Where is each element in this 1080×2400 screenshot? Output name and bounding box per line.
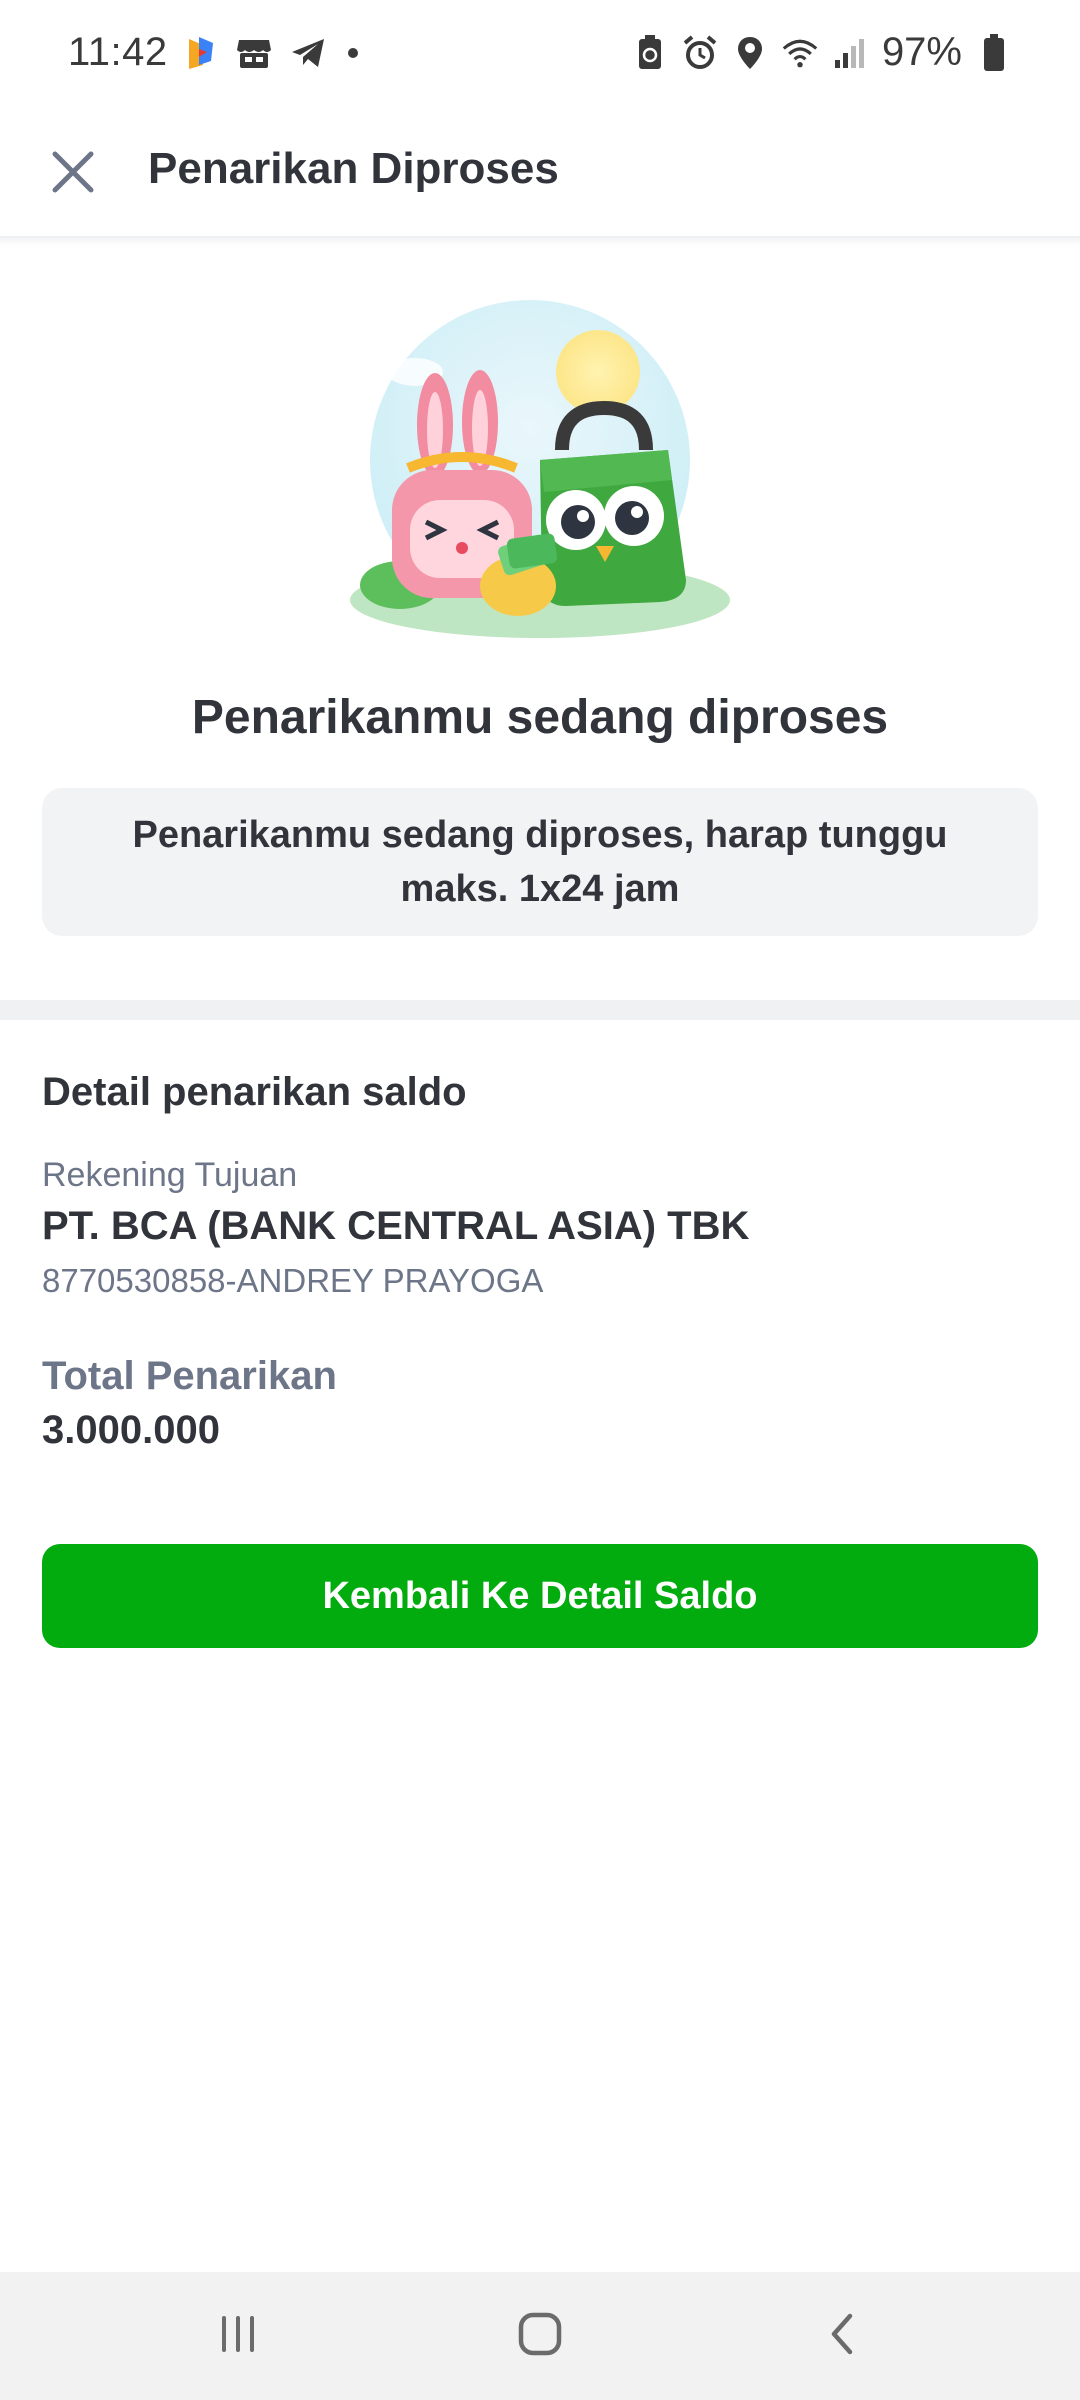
- home-icon: [516, 2310, 564, 2363]
- status-bar: 11:42 97%: [0, 0, 1080, 108]
- processing-info-box: Penarikanmu sedang diproses, harap tungg…: [42, 788, 1038, 936]
- location-icon: [732, 34, 768, 72]
- alarm-icon: [682, 34, 718, 72]
- store-icon: [236, 34, 272, 72]
- screen: 11:42 97% Penarikan Diproses Penarikanmu…: [0, 0, 1080, 2400]
- destination-account-label: Rekening Tujuan: [42, 1156, 298, 1194]
- app-header: Penarikan Diproses: [0, 108, 1080, 238]
- detail-heading: Detail penarikan saldo: [42, 1070, 467, 1114]
- battery-percentage: 97%: [881, 30, 962, 74]
- home-button[interactable]: [480, 2292, 600, 2380]
- battery-saver-icon: [632, 34, 668, 72]
- section-divider: [0, 1000, 1080, 1020]
- close-button[interactable]: [38, 130, 108, 216]
- back-icon: [822, 2310, 862, 2363]
- header-divider: [0, 238, 1080, 246]
- recents-icon: [216, 2312, 260, 2361]
- account-number: 8770530858-ANDREY PRAYOGA: [42, 1262, 544, 1299]
- battery-icon: [976, 33, 1012, 72]
- signal-icon: [832, 34, 868, 72]
- total-withdrawal-label: Total Penarikan: [42, 1354, 337, 1398]
- bank-name: PT. BCA (BANK CENTRAL ASIA) TBK: [42, 1204, 750, 1248]
- total-withdrawal-value: 3.000.000: [42, 1408, 220, 1452]
- app-notification-icon: [182, 34, 218, 72]
- wifi-icon: [782, 34, 818, 72]
- recents-button[interactable]: [178, 2292, 298, 2380]
- status-heading: Penarikanmu sedang diproses: [191, 691, 889, 744]
- system-navigation-bar: [0, 2272, 1080, 2400]
- close-icon: [49, 148, 97, 199]
- back-to-balance-button[interactable]: Kembali Ke Detail Saldo: [42, 1544, 1038, 1648]
- telegram-icon: [290, 34, 326, 72]
- withdrawal-illustration: [340, 300, 740, 660]
- more-notifications-dot: [348, 48, 358, 58]
- notification-icons: [182, 34, 358, 72]
- status-time: 11:42: [68, 30, 168, 74]
- system-status: 97%: [632, 30, 1012, 75]
- processing-info-text: Penarikanmu sedang diproses, harap tungg…: [132, 814, 948, 910]
- page-title: Penarikan Diproses: [148, 144, 559, 193]
- back-button[interactable]: [782, 2292, 902, 2380]
